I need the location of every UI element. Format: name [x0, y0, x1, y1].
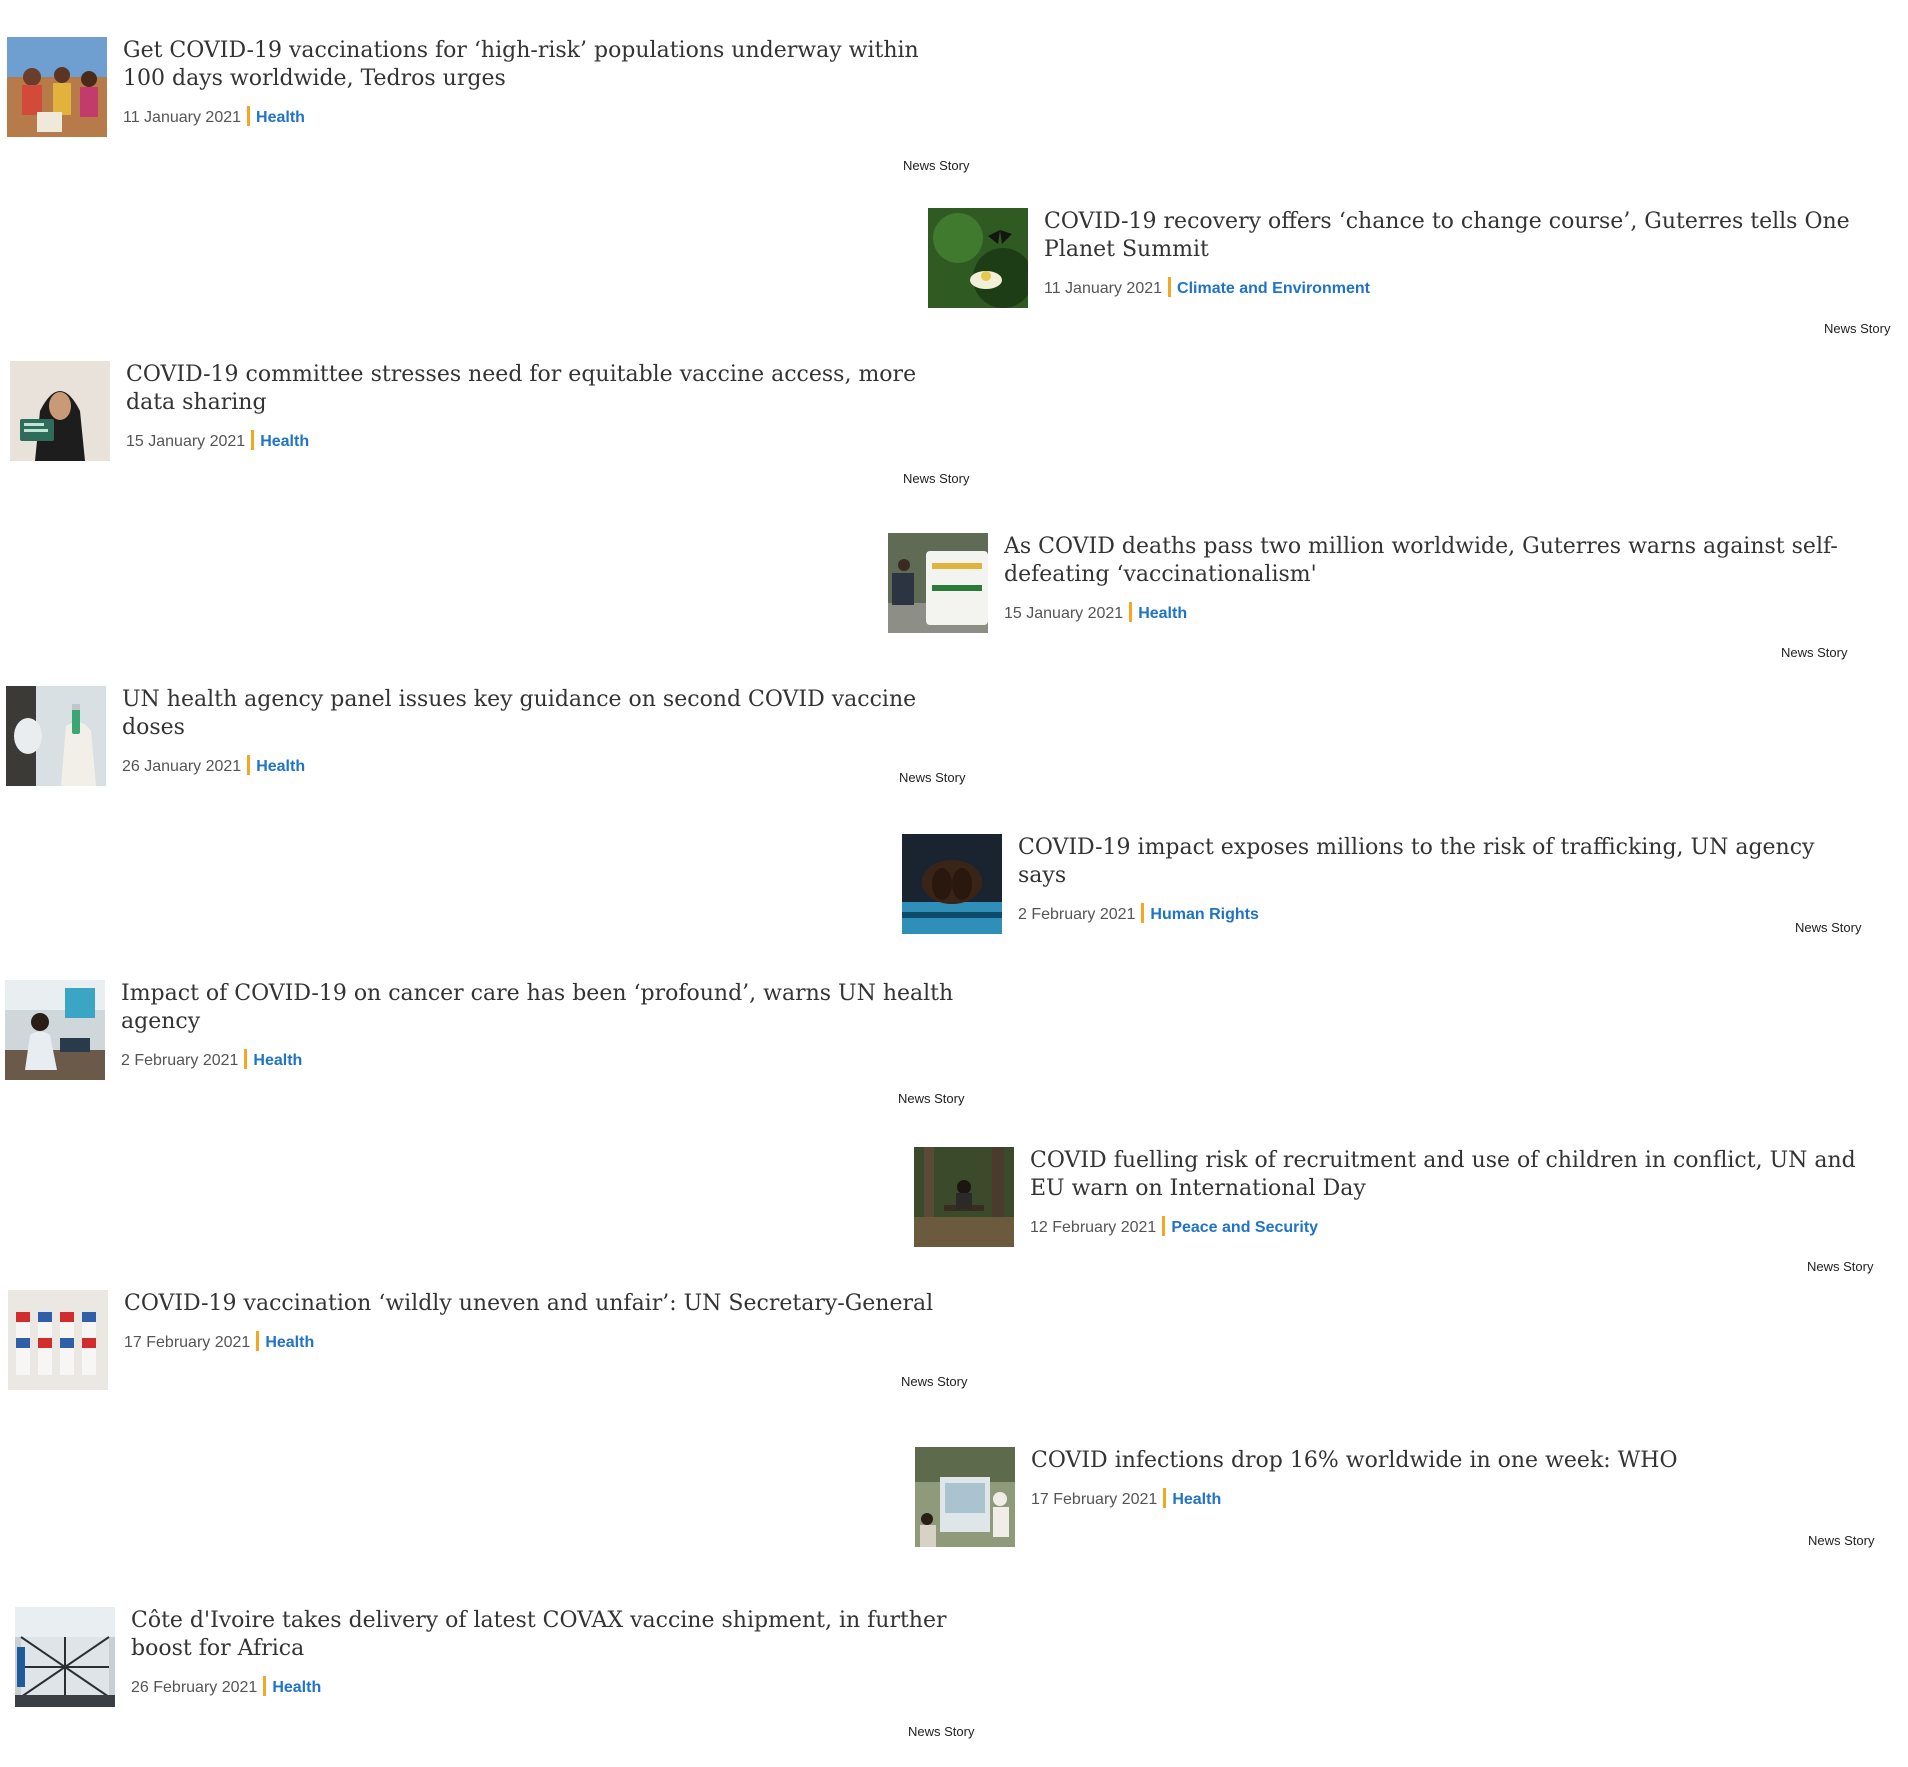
- story-date: 11 January 2021: [123, 109, 242, 126]
- story-type-label: News Story: [898, 1091, 965, 1106]
- story-date: 2 February 2021: [121, 1052, 239, 1069]
- story-category-link[interactable]: Health: [1138, 605, 1187, 622]
- meta-divider: [256, 1331, 260, 1351]
- news-story-item: COVID-19 vaccination ‘wildly uneven and …: [8, 1290, 998, 1450]
- story-type-label: News Story: [1808, 1533, 1875, 1548]
- story-category-link[interactable]: Health: [272, 1679, 321, 1696]
- story-title-link[interactable]: COVID-19 vaccination ‘wildly uneven and …: [124, 1290, 964, 1318]
- story-type-label: News Story: [1795, 920, 1862, 935]
- news-story-item: COVID-19 committee stresses need for equ…: [10, 361, 1000, 521]
- story-type-label: News Story: [903, 158, 970, 173]
- story-category-link[interactable]: Climate and Environment: [1177, 280, 1370, 297]
- hands-photo-icon[interactable]: [902, 834, 1002, 934]
- story-title-link[interactable]: Côte d'Ivoire takes delivery of latest C…: [131, 1607, 971, 1663]
- testing-booth-photo-icon[interactable]: [915, 1447, 1015, 1547]
- story-date: 15 January 2021: [1004, 605, 1124, 622]
- story-category-link[interactable]: Health: [260, 433, 309, 450]
- news-story-item: As COVID deaths pass two million worldwi…: [888, 533, 1878, 693]
- ambulance-photo-icon[interactable]: [888, 533, 988, 633]
- story-type-label: News Story: [901, 1374, 968, 1389]
- news-story-item: UN health agency panel issues key guidan…: [6, 686, 996, 846]
- story-date: 17 February 2021: [1031, 1491, 1158, 1508]
- vials-photo-icon[interactable]: [8, 1290, 108, 1390]
- story-type-label: News Story: [903, 471, 970, 486]
- story-title-link[interactable]: COVID-19 impact exposes millions to the …: [1018, 834, 1858, 890]
- news-story-item: Côte d'Ivoire takes delivery of latest C…: [15, 1607, 1005, 1767]
- story-meta: 11 January 2021 Health: [123, 106, 963, 128]
- meta-divider: [247, 755, 251, 775]
- news-story-item: COVID-19 recovery offers ‘chance to chan…: [928, 208, 1908, 368]
- story-category-link[interactable]: Health: [265, 1334, 314, 1351]
- story-category-link[interactable]: Health: [256, 758, 305, 775]
- cargo-shipment-photo-icon[interactable]: [15, 1607, 115, 1707]
- meta-divider: [263, 1676, 267, 1696]
- story-date: 26 February 2021: [131, 1679, 258, 1696]
- woman-card-photo-icon[interactable]: [10, 361, 110, 461]
- meta-divider: [251, 430, 255, 450]
- story-date: 2 February 2021: [1018, 906, 1136, 923]
- meta-divider: [1141, 903, 1145, 923]
- story-date: 12 February 2021: [1030, 1219, 1157, 1236]
- story-type-label: News Story: [1807, 1259, 1874, 1274]
- news-story-item: Get COVID-19 vaccinations for ‘high-risk…: [7, 37, 997, 197]
- meta-divider: [1162, 1216, 1166, 1236]
- story-title-link[interactable]: Get COVID-19 vaccinations for ‘high-risk…: [123, 37, 963, 93]
- story-title-link[interactable]: COVID-19 recovery offers ‘chance to chan…: [1044, 208, 1884, 264]
- story-meta: 17 February 2021 Health: [124, 1331, 964, 1353]
- story-type-label: News Story: [899, 770, 966, 785]
- story-meta: 15 January 2021 Health: [126, 430, 966, 452]
- story-meta: 17 February 2021 Health: [1031, 1488, 1871, 1510]
- story-title-link[interactable]: Impact of COVID-19 on cancer care has be…: [121, 980, 961, 1036]
- story-meta: 26 February 2021 Health: [131, 1676, 971, 1698]
- crowd-photo-icon[interactable]: [7, 37, 107, 137]
- story-title-link[interactable]: COVID fuelling risk of recruitment and u…: [1030, 1147, 1870, 1203]
- story-category-link[interactable]: Health: [256, 109, 305, 126]
- story-meta: 15 January 2021 Health: [1004, 602, 1844, 624]
- story-meta: 26 January 2021 Health: [122, 755, 962, 777]
- story-category-link[interactable]: Health: [253, 1052, 302, 1069]
- meta-divider: [1129, 602, 1133, 622]
- news-story-item: COVID fuelling risk of recruitment and u…: [914, 1147, 1904, 1307]
- story-category-link[interactable]: Human Rights: [1150, 906, 1258, 923]
- story-title-link[interactable]: As COVID deaths pass two million worldwi…: [1004, 533, 1844, 589]
- story-meta: 2 February 2021 Human Rights: [1018, 903, 1858, 925]
- news-story-item: Impact of COVID-19 on cancer care has be…: [5, 980, 995, 1140]
- clinic-photo-icon[interactable]: [5, 980, 105, 1080]
- flower-photo-icon[interactable]: [928, 208, 1028, 308]
- news-story-item: COVID-19 impact exposes millions to the …: [902, 834, 1892, 994]
- story-meta: 12 February 2021 Peace and Security: [1030, 1216, 1870, 1238]
- story-type-label: News Story: [1781, 645, 1848, 660]
- story-date: 15 January 2021: [126, 433, 246, 450]
- story-date: 26 January 2021: [122, 758, 242, 775]
- meta-divider: [244, 1049, 248, 1069]
- story-type-label: News Story: [1824, 321, 1891, 336]
- forest-bench-photo-icon[interactable]: [914, 1147, 1014, 1247]
- news-story-item: COVID infections drop 16% worldwide in o…: [915, 1447, 1905, 1607]
- story-date: 17 February 2021: [124, 1334, 251, 1351]
- story-date: 11 January 2021: [1044, 280, 1163, 297]
- vaccine-vial-photo-icon[interactable]: [6, 686, 106, 786]
- story-type-label: News Story: [908, 1724, 975, 1739]
- story-category-link[interactable]: Peace and Security: [1171, 1219, 1318, 1236]
- meta-divider: [247, 106, 251, 126]
- story-title-link[interactable]: COVID-19 committee stresses need for equ…: [126, 361, 966, 417]
- story-title-link[interactable]: UN health agency panel issues key guidan…: [122, 686, 962, 742]
- story-meta: 11 January 2021 Climate and Environment: [1044, 277, 1884, 299]
- meta-divider: [1168, 277, 1172, 297]
- story-category-link[interactable]: Health: [1172, 1491, 1221, 1508]
- meta-divider: [1163, 1488, 1167, 1508]
- story-title-link[interactable]: COVID infections drop 16% worldwide in o…: [1031, 1447, 1871, 1475]
- story-meta: 2 February 2021 Health: [121, 1049, 961, 1071]
